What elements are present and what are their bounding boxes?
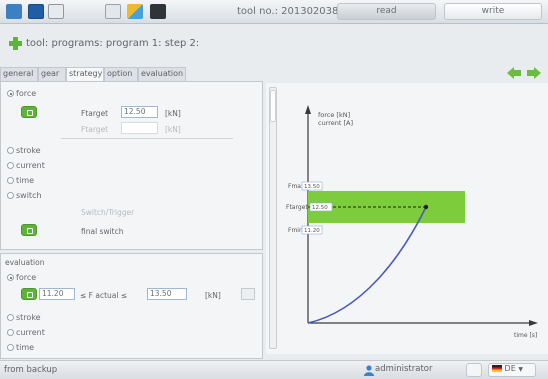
tab-option[interactable]: option — [104, 67, 138, 81]
x-axis-label: time [s] — [514, 332, 537, 339]
switch-trigger-label: Switch/Trigger — [81, 208, 135, 217]
ftarget2-label: Ftarget — [81, 125, 109, 134]
y-label-current: current [A] — [318, 119, 353, 127]
f-actual-label: ≤ F actual ≤ — [80, 291, 128, 300]
radio-force-label: force — [16, 89, 37, 98]
tab-general[interactable]: general — [0, 67, 38, 81]
radio-current[interactable]: current — [7, 160, 45, 171]
flag-icon — [492, 365, 502, 372]
settings-icon[interactable] — [105, 4, 121, 19]
ftarget-chart-label: Ftarget — [286, 204, 308, 211]
radio-eval-force-button[interactable] — [7, 274, 14, 281]
radio-eval-force[interactable]: force — [7, 272, 36, 283]
y-axis-arrow — [305, 105, 311, 114]
user-avatar-icon — [364, 365, 374, 376]
breadcrumb: tool: programs: program 1: step 2: — [0, 28, 548, 58]
force-chart: force [kN] current [A] Fmax 13.50 Ftarge… — [286, 105, 538, 339]
radio-eval-current-button[interactable] — [7, 329, 14, 336]
eval-min-input[interactable]: 11.20 — [39, 288, 75, 300]
radio-force[interactable]: force — [7, 88, 36, 99]
radio-time-button[interactable] — [7, 177, 14, 184]
status-bar: from backup administrator DE ▼ — [0, 360, 548, 379]
brand-logo-icon — [127, 4, 143, 19]
target-point — [423, 204, 429, 210]
fmax-value: 13.50 — [304, 184, 320, 190]
back-arrow-icon[interactable] — [507, 67, 521, 79]
save-icon[interactable] — [6, 4, 22, 19]
fmin-value: 11.20 — [304, 228, 320, 234]
tab-evaluation[interactable]: evaluation — [138, 67, 186, 81]
radio-eval-current-label: current — [16, 328, 45, 337]
ftarget-chart-value: 12.50 — [312, 205, 328, 211]
radio-switch[interactable]: switch — [7, 190, 42, 201]
read-button[interactable]: read — [337, 3, 436, 20]
radio-eval-stroke-button[interactable] — [7, 314, 14, 321]
radio-stroke-label: stroke — [16, 146, 41, 155]
x-axis-arrow — [529, 320, 538, 326]
write-button[interactable]: write — [444, 3, 542, 20]
eval-force-toggle[interactable] — [21, 288, 37, 300]
floppy-icon[interactable] — [28, 4, 44, 19]
ftarget-unit: [kN] — [165, 109, 181, 118]
ftarget2-input[interactable] — [121, 122, 158, 134]
radio-eval-time[interactable]: time — [7, 342, 34, 353]
radio-current-label: current — [16, 161, 45, 170]
chart-panel: force [kN] current [A] Fmax 13.50 Ftarge… — [266, 83, 548, 354]
ftarget2-unit: [kN] — [165, 125, 181, 134]
radio-switch-button[interactable] — [7, 192, 14, 199]
final-switch-label: final switch — [81, 227, 124, 236]
language-label: DE — [504, 364, 516, 373]
tab-strategy[interactable]: strategy — [66, 67, 104, 81]
radio-stroke[interactable]: stroke — [7, 145, 41, 156]
radio-eval-stroke[interactable]: stroke — [7, 312, 41, 323]
breadcrumb-text: tool: programs: program 1: step 2: — [26, 38, 200, 49]
forward-arrow-icon[interactable] — [527, 67, 541, 79]
radio-current-button[interactable] — [7, 162, 14, 169]
force-toggle[interactable] — [21, 106, 37, 118]
evaluation-title: evaluation — [5, 258, 45, 267]
fmin-label: Fmin — [288, 227, 303, 234]
language-select[interactable]: DE ▼ — [488, 363, 536, 377]
ftarget-label: Ftarget — [81, 109, 109, 118]
force-curve — [307, 206, 427, 324]
radio-switch-label: switch — [16, 191, 42, 200]
eval-max-input[interactable]: 13.50 — [147, 288, 187, 300]
radio-eval-time-label: time — [16, 343, 35, 352]
tool-number-label: tool no.: 201302038 — [237, 6, 339, 17]
toolbar: tool no.: 201302038 read write — [0, 0, 548, 24]
radio-eval-current[interactable]: current — [7, 327, 45, 338]
tab-gear[interactable]: gear — [38, 67, 66, 81]
ftarget-input[interactable]: 12.50 — [121, 106, 158, 118]
user-icon[interactable] — [48, 4, 64, 19]
lock-icon[interactable] — [150, 4, 166, 19]
strategy-panel: force Ftarget 12.50 [kN] Ftarget [kN] st… — [0, 81, 263, 250]
status-button[interactable] — [466, 363, 482, 377]
final-switch-toggle[interactable] — [21, 224, 37, 236]
radio-time-label: time — [16, 176, 35, 185]
add-icon[interactable] — [9, 37, 22, 50]
chevron-down-icon: ▼ — [518, 366, 523, 373]
y-label-force: force [kN] — [318, 111, 350, 119]
radio-eval-stroke-label: stroke — [16, 313, 41, 322]
eval-extra-button[interactable] — [241, 288, 255, 300]
nav-arrows — [507, 67, 541, 79]
radio-force-button[interactable] — [7, 90, 14, 97]
radio-eval-force-label: force — [16, 273, 37, 282]
user-name[interactable]: administrator — [375, 364, 433, 374]
radio-stroke-button[interactable] — [7, 147, 14, 154]
evaluation-panel: evaluation force 11.20 ≤ F actual ≤ 13.5… — [0, 253, 263, 359]
eval-unit: [kN] — [205, 291, 221, 300]
divider — [61, 138, 233, 139]
radio-eval-time-button[interactable] — [7, 344, 14, 351]
status-text: from backup — [4, 365, 58, 375]
radio-time[interactable]: time — [7, 175, 34, 186]
